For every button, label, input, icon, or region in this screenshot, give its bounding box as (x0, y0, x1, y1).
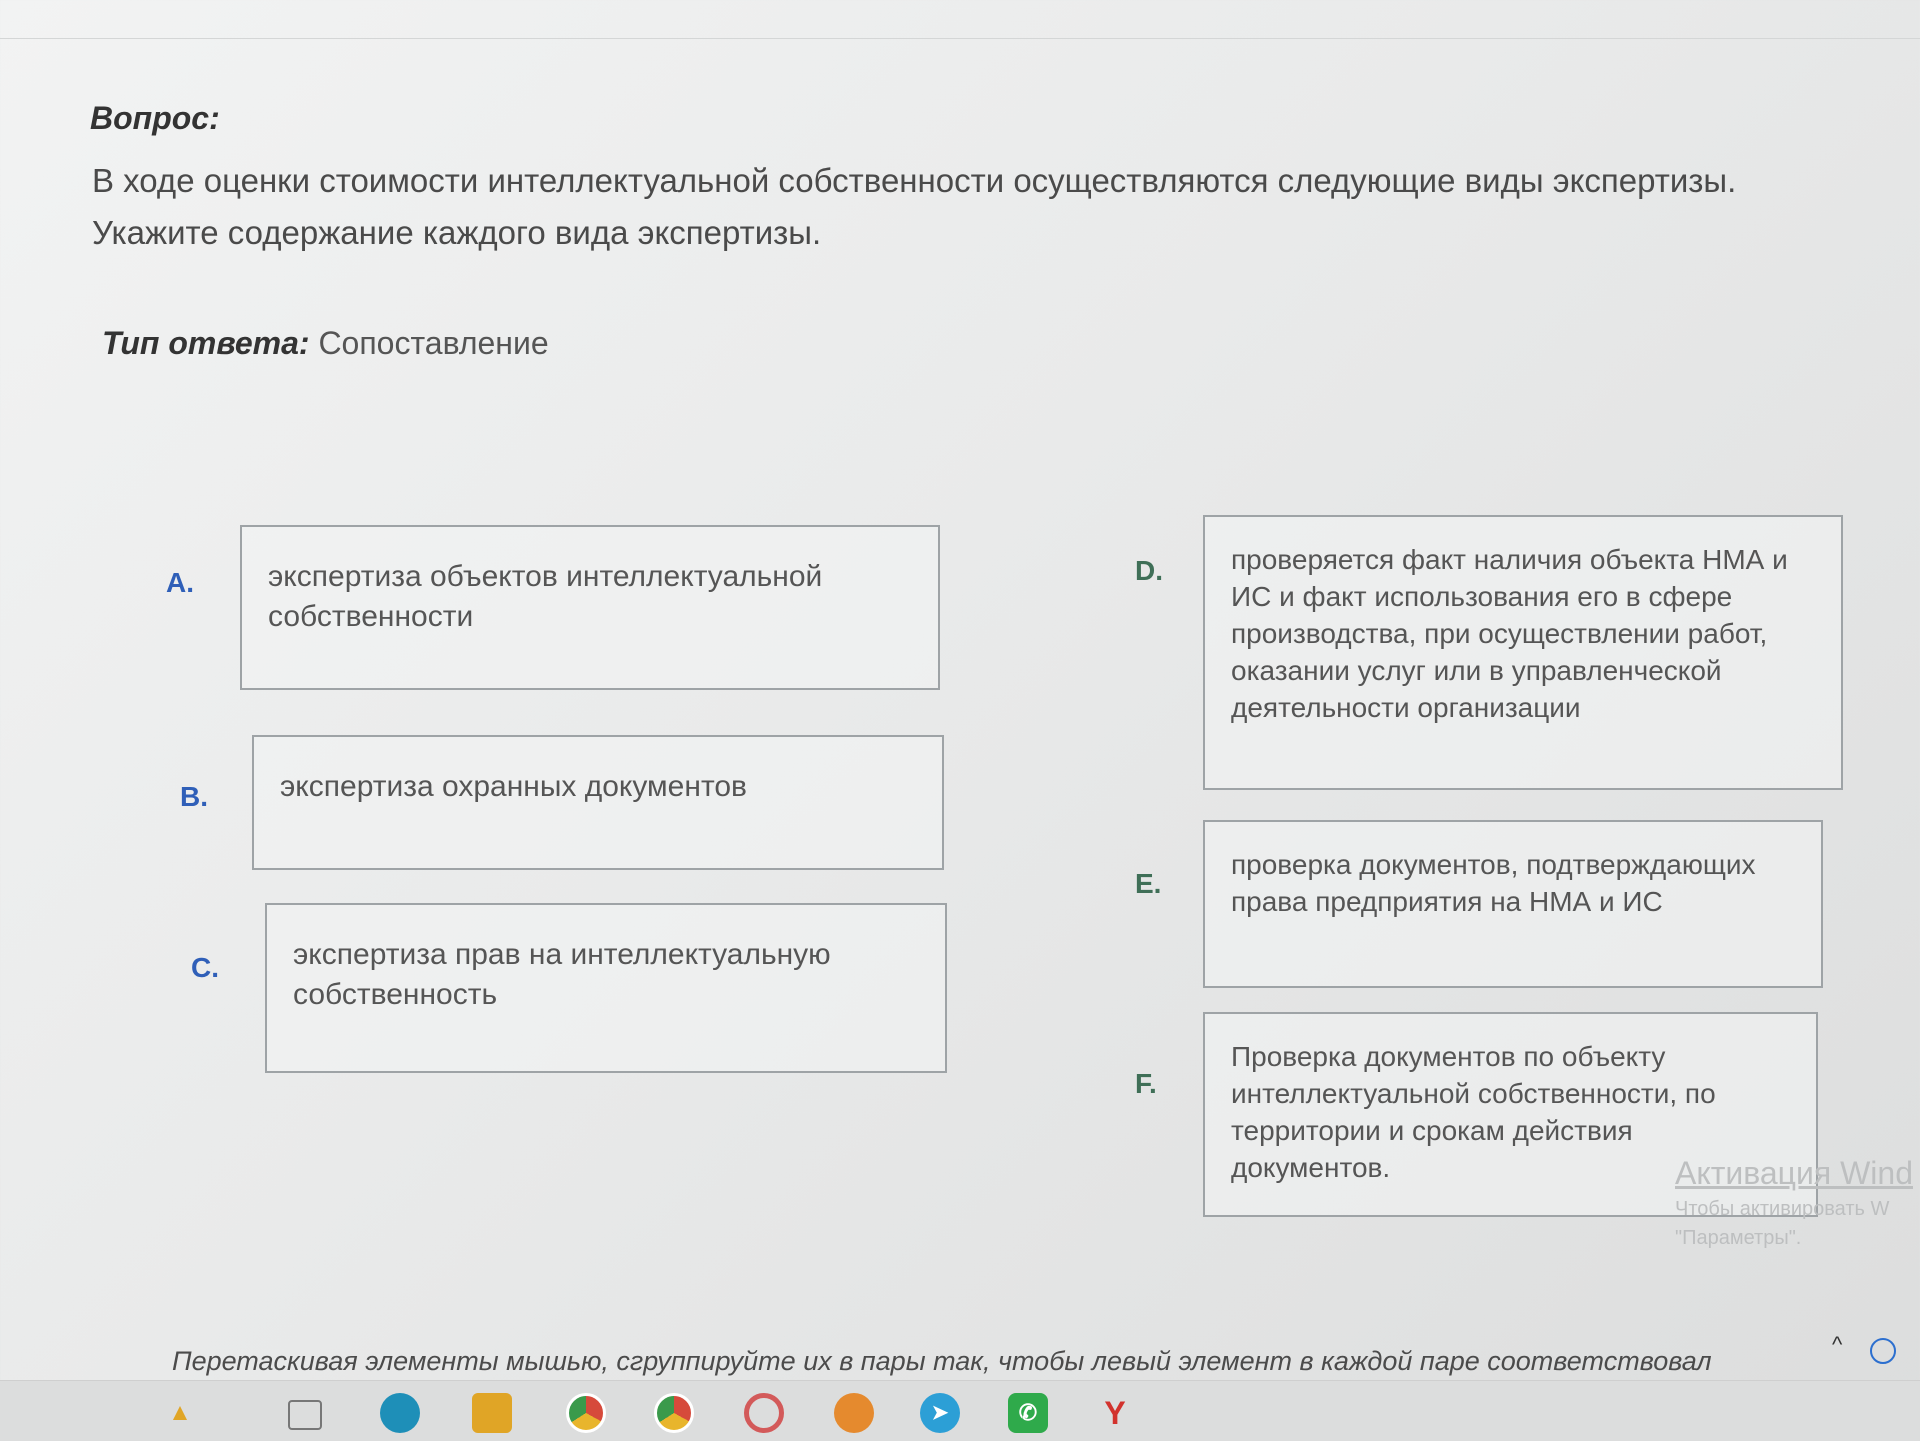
watermark-line-1: Чтобы активировать W (1675, 1198, 1890, 1220)
answer-type-label: Тип ответа: (102, 325, 310, 361)
whatsapp-icon[interactable]: ✆ (1008, 1393, 1048, 1433)
folder-icon[interactable] (472, 1393, 512, 1433)
answer-type: Тип ответа: Сопоставление (102, 325, 549, 362)
watermark-line-2: "Параметры". (1675, 1227, 1802, 1249)
question-heading: Вопрос: (90, 100, 220, 136)
chrome-icon[interactable] (566, 1393, 606, 1433)
mail-icon[interactable] (834, 1393, 874, 1433)
letter-c: C. (191, 952, 219, 983)
left-item-b[interactable]: экспертиза охранных документов (252, 735, 944, 870)
letter-e: E. (1135, 868, 1162, 899)
drag-instruction: Перетаскивая элементы мышью, сгруппируйт… (172, 1346, 1712, 1376)
letter-d: D. (1135, 555, 1163, 586)
answer-type-value: Сопоставление (318, 325, 549, 361)
task-view-icon[interactable] (288, 1400, 322, 1430)
left-item-c[interactable]: экспертиза прав на интеллектуальную собс… (265, 903, 947, 1073)
chrome-icon[interactable] (654, 1393, 694, 1433)
edge-icon[interactable] (380, 1393, 420, 1433)
letter-b: B. (180, 781, 208, 812)
right-item-d[interactable]: проверяется факт наличия объекта НМА и И… (1203, 515, 1843, 790)
windows-activation-watermark: Активация Wind Чтобы активировать W "Пар… (1675, 1155, 1913, 1250)
right-item-e[interactable]: проверка документов, подтверждающих прав… (1203, 820, 1823, 988)
network-icon[interactable] (1870, 1338, 1896, 1364)
opera-icon[interactable] (744, 1393, 784, 1433)
telegram-icon[interactable]: ➤ (920, 1393, 960, 1433)
windows-icon[interactable]: ▲ (160, 1393, 200, 1433)
left-item-a[interactable]: экспертиза объектов интеллектуальной соб… (240, 525, 940, 690)
yandex-icon[interactable]: Y (1095, 1393, 1135, 1433)
letter-f: F. (1135, 1068, 1157, 1099)
chevron-up-icon[interactable]: ^ (1832, 1332, 1842, 1358)
watermark-title: Активация Wind (1675, 1155, 1913, 1191)
letter-a: A. (166, 567, 194, 598)
top-divider (0, 38, 1920, 39)
question-text: В ходе оценки стоимости интеллектуальной… (92, 162, 1737, 251)
